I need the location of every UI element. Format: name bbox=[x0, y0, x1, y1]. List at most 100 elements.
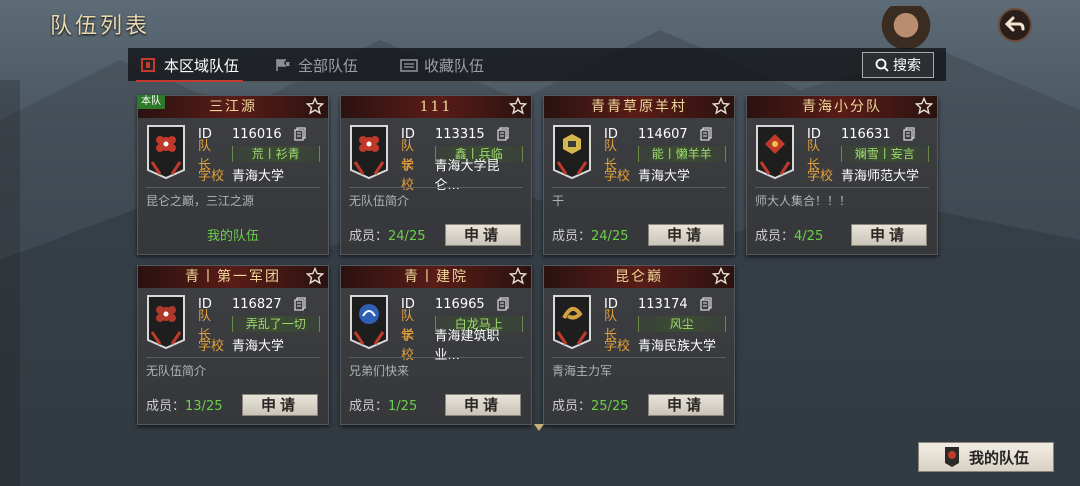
school-label: 学校 bbox=[198, 338, 225, 354]
copy-icon[interactable] bbox=[294, 297, 306, 311]
flag-banner-icon bbox=[141, 58, 155, 72]
team-school: 青海民族大学 bbox=[638, 338, 717, 354]
apply-button[interactable]: 申请 bbox=[445, 394, 521, 416]
members-label: 成员： bbox=[552, 399, 592, 414]
copy-icon[interactable] bbox=[700, 297, 712, 311]
members-value: 25/25 bbox=[591, 399, 629, 414]
school-label: 学校 bbox=[604, 338, 631, 354]
team-card[interactable]: 青青草原羊村 ID 114607 队长 能丨懒羊羊 学校 青海大学干成员：24/25 申请 bbox=[543, 95, 735, 255]
team-emblem-icon bbox=[350, 125, 388, 180]
tab-bar: 本区域队伍 全部队伍 收藏队伍 搜索 bbox=[128, 48, 946, 82]
member-count: 成员：24/25 bbox=[349, 225, 425, 244]
player-avatar[interactable] bbox=[878, 6, 934, 54]
card-divider bbox=[349, 357, 523, 358]
favorite-star-icon[interactable] bbox=[712, 267, 730, 285]
team-school: 青海大学 bbox=[638, 168, 691, 184]
my-team-button-label: 我的队伍 bbox=[968, 448, 1029, 467]
search-icon bbox=[875, 58, 889, 72]
team-name: 青青草原羊村 bbox=[544, 96, 734, 118]
tab-favorite-teams[interactable]: 收藏队伍 bbox=[400, 52, 484, 78]
team-intro: 无队伍简介 bbox=[349, 194, 410, 208]
team-leader[interactable]: 斓雪丨妄言 bbox=[840, 146, 929, 162]
team-name: 昆仑巅 bbox=[544, 266, 734, 288]
school-label: 学校 bbox=[807, 168, 834, 184]
copy-icon[interactable] bbox=[700, 127, 712, 141]
team-emblem-icon bbox=[756, 125, 794, 180]
my-team-link[interactable]: 我的队伍 bbox=[138, 225, 328, 244]
favorite-star-icon[interactable] bbox=[306, 267, 324, 285]
own-team-tag: 本队 bbox=[137, 95, 165, 109]
members-label: 成员： bbox=[552, 229, 592, 244]
apply-button[interactable]: 申请 bbox=[648, 394, 724, 416]
member-count: 成员：4/25 bbox=[755, 225, 823, 244]
member-count: 成员：24/25 bbox=[552, 225, 628, 244]
favorite-star-icon[interactable] bbox=[509, 97, 527, 115]
favorite-star-icon[interactable] bbox=[306, 97, 324, 115]
apply-button[interactable]: 申请 bbox=[445, 224, 521, 246]
team-emblem-icon bbox=[147, 295, 185, 350]
team-id: 113315 bbox=[435, 126, 485, 142]
copy-icon[interactable] bbox=[497, 127, 509, 141]
team-school: 青海师范大学 bbox=[841, 168, 920, 184]
member-count: 成员：13/25 bbox=[146, 395, 222, 414]
search-button[interactable]: 搜索 bbox=[862, 52, 934, 78]
favorite-star-icon[interactable] bbox=[509, 267, 527, 285]
scroll-down-indicator-icon bbox=[534, 424, 544, 431]
member-count: 成员：1/25 bbox=[349, 395, 417, 414]
team-emblem-icon bbox=[553, 125, 591, 180]
team-leader[interactable]: 荒丨衫青 bbox=[231, 146, 320, 162]
team-emblem-icon bbox=[553, 295, 591, 350]
team-name: 青海小分队 bbox=[747, 96, 937, 118]
back-arrow-icon bbox=[1005, 16, 1025, 32]
team-intro: 师大人集合！！！ bbox=[755, 194, 852, 208]
team-name: 青丨建院 bbox=[341, 266, 531, 288]
team-card[interactable]: 111 ID 113315 队长 鑫丨兵临 学校 青海大学昆仑... 无队伍简介 成员：24/2… bbox=[340, 95, 532, 255]
tab-all-teams[interactable]: 全部队伍 bbox=[274, 52, 358, 78]
team-card[interactable]: 昆仑巅 ID 113174 队长 风尘 学校 青海民族大学 青海主力军 成员：25/25 申请 bbox=[543, 265, 735, 425]
team-leader[interactable]: 能丨懒羊羊 bbox=[637, 146, 726, 162]
team-card[interactable]: 青海小分队 ID 116631 队长 斓雪丨妄言 学校 青海师范大学 师大人集合！！！ 成员：4… bbox=[746, 95, 938, 255]
school-label: 学校 bbox=[198, 168, 225, 184]
team-card[interactable]: 青丨第一军团 ID 116827 队长 弄乱了一切 学校 青海大学 无队伍简介 成员：13/25… bbox=[137, 265, 329, 425]
my-team-button[interactable]: 我的队伍 bbox=[918, 442, 1054, 472]
apply-button[interactable]: 申请 bbox=[851, 224, 927, 246]
apply-button[interactable]: 申请 bbox=[242, 394, 318, 416]
back-button[interactable] bbox=[998, 8, 1032, 42]
flag-group-icon bbox=[276, 59, 290, 71]
bookmark-box-icon bbox=[400, 59, 418, 72]
members-value: 13/25 bbox=[185, 399, 223, 414]
members-value: 24/25 bbox=[591, 229, 629, 244]
team-emblem-icon bbox=[147, 125, 185, 180]
team-intro: 青海主力军 bbox=[552, 364, 613, 378]
team-card[interactable]: 青丨建院 ID 116965 队长 白龙马上 学校 青海建筑职业... 兄弟们快来 成员：1/2… bbox=[340, 265, 532, 425]
tab-label: 全部队伍 bbox=[298, 56, 359, 75]
school-label: 学校 bbox=[604, 168, 631, 184]
copy-icon[interactable] bbox=[294, 127, 306, 141]
card-divider bbox=[349, 187, 523, 188]
members-label: 成员： bbox=[755, 229, 795, 244]
card-divider bbox=[146, 357, 320, 358]
members-label: 成员： bbox=[349, 229, 389, 244]
team-card[interactable]: 三江源 本队 ID 116016 队长 荒丨衫青 学校 青海大学 昆仑之巅，三江之源 我的队伍 bbox=[137, 95, 329, 255]
card-divider bbox=[146, 187, 320, 188]
team-name: 三江源 bbox=[138, 96, 328, 118]
team-id: 116631 bbox=[841, 126, 891, 142]
team-school: 青海大学 bbox=[232, 168, 285, 184]
member-count: 成员：25/25 bbox=[552, 395, 628, 414]
team-intro: 干 bbox=[552, 194, 565, 208]
team-leader[interactable]: 弄乱了一切 bbox=[231, 316, 320, 332]
tab-local-teams[interactable]: 本区域队伍 bbox=[135, 52, 244, 82]
card-divider bbox=[552, 187, 726, 188]
team-id: 116016 bbox=[232, 126, 282, 142]
members-label: 成员： bbox=[146, 399, 186, 414]
team-leader[interactable]: 风尘 bbox=[637, 316, 726, 332]
team-id: 114607 bbox=[638, 126, 688, 142]
team-id: 116965 bbox=[435, 296, 485, 312]
team-name: 111 bbox=[341, 96, 531, 118]
favorite-star-icon[interactable] bbox=[712, 97, 730, 115]
team-intro: 无队伍简介 bbox=[146, 364, 207, 378]
copy-icon[interactable] bbox=[903, 127, 915, 141]
copy-icon[interactable] bbox=[497, 297, 509, 311]
apply-button[interactable]: 申请 bbox=[648, 224, 724, 246]
favorite-star-icon[interactable] bbox=[915, 97, 933, 115]
